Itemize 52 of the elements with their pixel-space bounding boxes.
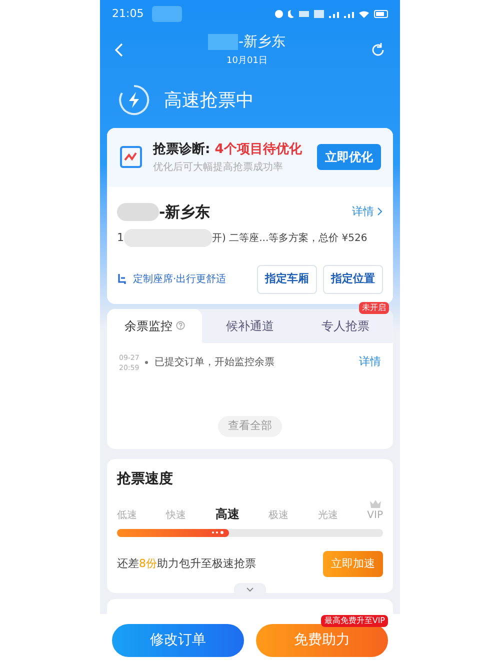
network-speed-icon bbox=[299, 11, 309, 17]
train-number: 1 bbox=[117, 230, 124, 246]
free-assist-button[interactable]: 免费助力 bbox=[256, 624, 388, 656]
page-title: -新乡东 bbox=[238, 32, 286, 52]
speed-level: 光速 bbox=[318, 508, 338, 522]
speed-level: 高速 bbox=[215, 506, 240, 522]
signal-icon bbox=[344, 10, 354, 18]
seat-option-button[interactable]: 指定车厢 bbox=[257, 265, 317, 294]
hd-icon bbox=[314, 10, 324, 18]
moon-icon bbox=[288, 10, 294, 18]
expand-tab[interactable] bbox=[234, 583, 266, 595]
speed-level: 极速 bbox=[268, 508, 289, 522]
chevron-down-icon bbox=[246, 586, 254, 592]
tab[interactable]: 余票监控 bbox=[107, 308, 202, 342]
redacted-patch bbox=[208, 34, 238, 50]
log-message: 已提交订单，开始监控余票 bbox=[154, 356, 276, 370]
redacted-patch bbox=[152, 6, 182, 22]
back-icon[interactable] bbox=[114, 42, 124, 58]
seat-option-button[interactable]: 指定位置 bbox=[323, 265, 383, 294]
route-title: -新乡东 bbox=[159, 202, 210, 222]
wifi-icon bbox=[359, 10, 369, 18]
lightning-icon bbox=[118, 84, 150, 116]
redacted-patch bbox=[117, 202, 159, 221]
diagnosis-text: 抢票诊断: 4个项目待优化 bbox=[153, 141, 303, 159]
help-icon[interactable] bbox=[176, 321, 185, 330]
page-date: 10月01日 bbox=[226, 54, 268, 68]
chart-icon bbox=[119, 145, 143, 170]
boost-button[interactable]: 立即加速 bbox=[323, 550, 383, 577]
view-all-button[interactable]: 查看全部 bbox=[218, 416, 282, 436]
seat-label: 定制座席·出行更舒适 bbox=[133, 272, 228, 287]
battery-icon bbox=[374, 10, 388, 18]
signal-icon bbox=[329, 10, 339, 18]
speed-title: 抢票速度 bbox=[117, 470, 174, 488]
seat-icon bbox=[117, 273, 127, 286]
speed-level: 快速 bbox=[166, 508, 186, 522]
vip-badge: 最高免费升至VIP bbox=[321, 614, 388, 626]
status-time: 21:05 bbox=[112, 6, 144, 22]
vibrate-icon bbox=[275, 10, 283, 18]
refresh-icon[interactable] bbox=[370, 42, 386, 58]
details-link[interactable]: 详情 bbox=[359, 354, 381, 371]
speed-level: VIP bbox=[367, 508, 383, 522]
optimize-button[interactable]: 立即优化 bbox=[317, 144, 381, 170]
status-heading: 高速抢票中 bbox=[164, 88, 254, 112]
boost-hint: 还差8份助力包升至极速抢票 bbox=[117, 556, 256, 572]
tab[interactable]: 候补通道 bbox=[202, 308, 298, 342]
details-link[interactable]: 详情 bbox=[352, 204, 383, 220]
dots-icon bbox=[212, 531, 225, 534]
modify-order-button[interactable]: 修改订单 bbox=[112, 624, 244, 656]
speed-level: 低速 bbox=[117, 508, 137, 522]
chevron-right-icon bbox=[377, 207, 383, 216]
diagnosis-subtitle: 优化后可大幅提高抢票成功率 bbox=[153, 160, 284, 174]
trip-summary: 开) 二等座...等多方案，总价 ¥526 bbox=[212, 232, 368, 246]
